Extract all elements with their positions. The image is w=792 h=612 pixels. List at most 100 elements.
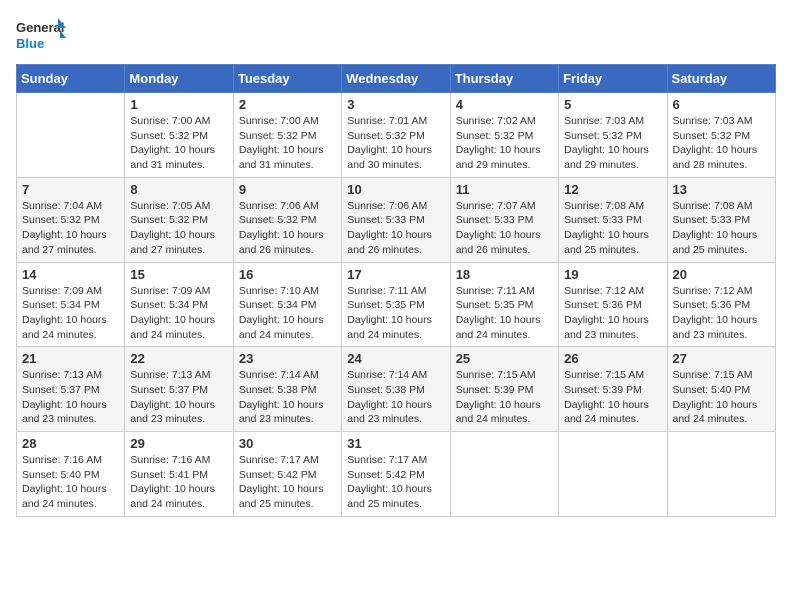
day-number: 2 [239, 97, 336, 112]
day-number: 4 [456, 97, 553, 112]
day-info: Sunrise: 7:07 AM Sunset: 5:33 PM Dayligh… [456, 199, 553, 258]
day-info: Sunrise: 7:12 AM Sunset: 5:36 PM Dayligh… [673, 284, 770, 343]
calendar-cell [17, 93, 125, 178]
day-info: Sunrise: 7:14 AM Sunset: 5:38 PM Dayligh… [347, 368, 444, 427]
calendar-cell: 30 Sunrise: 7:17 AM Sunset: 5:42 PM Dayli… [233, 432, 341, 517]
day-info: Sunrise: 7:08 AM Sunset: 5:33 PM Dayligh… [564, 199, 661, 258]
day-info: Sunrise: 7:01 AM Sunset: 5:32 PM Dayligh… [347, 114, 444, 173]
calendar-cell [667, 432, 775, 517]
day-info: Sunrise: 7:11 AM Sunset: 5:35 PM Dayligh… [347, 284, 444, 343]
day-number: 31 [347, 436, 444, 451]
day-number: 3 [347, 97, 444, 112]
calendar-cell: 19 Sunrise: 7:12 AM Sunset: 5:36 PM Dayli… [559, 262, 667, 347]
calendar-cell: 20 Sunrise: 7:12 AM Sunset: 5:36 PM Dayli… [667, 262, 775, 347]
calendar-cell: 6 Sunrise: 7:03 AM Sunset: 5:32 PM Daylig… [667, 93, 775, 178]
day-info: Sunrise: 7:15 AM Sunset: 5:39 PM Dayligh… [564, 368, 661, 427]
day-info: Sunrise: 7:15 AM Sunset: 5:39 PM Dayligh… [456, 368, 553, 427]
calendar-cell: 24 Sunrise: 7:14 AM Sunset: 5:38 PM Dayli… [342, 347, 450, 432]
day-info: Sunrise: 7:10 AM Sunset: 5:34 PM Dayligh… [239, 284, 336, 343]
day-number: 6 [673, 97, 770, 112]
weekday-header-friday: Friday [559, 65, 667, 93]
calendar-table: SundayMondayTuesdayWednesdayThursdayFrid… [16, 64, 776, 517]
day-info: Sunrise: 7:00 AM Sunset: 5:32 PM Dayligh… [239, 114, 336, 173]
day-info: Sunrise: 7:03 AM Sunset: 5:32 PM Dayligh… [673, 114, 770, 173]
day-number: 28 [22, 436, 119, 451]
day-number: 10 [347, 182, 444, 197]
weekday-header-row: SundayMondayTuesdayWednesdayThursdayFrid… [17, 65, 776, 93]
weekday-header-wednesday: Wednesday [342, 65, 450, 93]
day-info: Sunrise: 7:05 AM Sunset: 5:32 PM Dayligh… [130, 199, 227, 258]
calendar-cell: 22 Sunrise: 7:13 AM Sunset: 5:37 PM Dayli… [125, 347, 233, 432]
calendar-cell: 27Sunrise: 7:15 AM Sunset: 5:40 PM Dayli… [667, 347, 775, 432]
day-number: 16 [239, 267, 336, 282]
weekday-header-tuesday: Tuesday [233, 65, 341, 93]
calendar-cell [559, 432, 667, 517]
day-number: 18 [456, 267, 553, 282]
day-info: Sunrise: 7:13 AM Sunset: 5:37 PM Dayligh… [22, 368, 119, 427]
calendar-cell: 21 Sunrise: 7:13 AM Sunset: 5:37 PM Dayli… [17, 347, 125, 432]
calendar-cell: 8 Sunrise: 7:05 AM Sunset: 5:32 PM Daylig… [125, 177, 233, 262]
day-number: 15 [130, 267, 227, 282]
calendar-cell: 9Sunrise: 7:06 AM Sunset: 5:32 PM Daylig… [233, 177, 341, 262]
day-info: Sunrise: 7:13 AM Sunset: 5:37 PM Dayligh… [130, 368, 227, 427]
day-number: 22 [130, 351, 227, 366]
day-number: 8 [130, 182, 227, 197]
day-info: Sunrise: 7:12 AM Sunset: 5:36 PM Dayligh… [564, 284, 661, 343]
week-row-2: 7Sunrise: 7:04 AM Sunset: 5:32 PM Daylig… [17, 177, 776, 262]
logo: General Blue [16, 16, 66, 54]
day-number: 9 [239, 182, 336, 197]
day-number: 27 [673, 351, 770, 366]
calendar-cell: 10 Sunrise: 7:06 AM Sunset: 5:33 PM Dayli… [342, 177, 450, 262]
header: General Blue [16, 16, 776, 54]
svg-text:Blue: Blue [16, 36, 44, 51]
calendar-cell: 2 Sunrise: 7:00 AM Sunset: 5:32 PM Daylig… [233, 93, 341, 178]
weekday-header-saturday: Saturday [667, 65, 775, 93]
calendar-cell: 5 Sunrise: 7:03 AM Sunset: 5:32 PM Daylig… [559, 93, 667, 178]
day-info: Sunrise: 7:09 AM Sunset: 5:34 PM Dayligh… [22, 284, 119, 343]
day-info: Sunrise: 7:00 AM Sunset: 5:32 PM Dayligh… [130, 114, 227, 173]
svg-text:General: General [16, 20, 64, 35]
day-number: 7 [22, 182, 119, 197]
day-info: Sunrise: 7:16 AM Sunset: 5:40 PM Dayligh… [22, 453, 119, 512]
calendar-cell: 1Sunrise: 7:00 AM Sunset: 5:32 PM Daylig… [125, 93, 233, 178]
calendar-cell: 3 Sunrise: 7:01 AM Sunset: 5:32 PM Daylig… [342, 93, 450, 178]
day-info: Sunrise: 7:17 AM Sunset: 5:42 PM Dayligh… [239, 453, 336, 512]
day-info: Sunrise: 7:16 AM Sunset: 5:41 PM Dayligh… [130, 453, 227, 512]
weekday-header-sunday: Sunday [17, 65, 125, 93]
day-info: Sunrise: 7:06 AM Sunset: 5:33 PM Dayligh… [347, 199, 444, 258]
calendar-cell: 16 Sunrise: 7:10 AM Sunset: 5:34 PM Dayli… [233, 262, 341, 347]
calendar-cell: 31 Sunrise: 7:17 AM Sunset: 5:42 PM Dayli… [342, 432, 450, 517]
day-info: Sunrise: 7:11 AM Sunset: 5:35 PM Dayligh… [456, 284, 553, 343]
day-number: 12 [564, 182, 661, 197]
day-info: Sunrise: 7:09 AM Sunset: 5:34 PM Dayligh… [130, 284, 227, 343]
day-number: 20 [673, 267, 770, 282]
calendar-cell [450, 432, 558, 517]
day-info: Sunrise: 7:03 AM Sunset: 5:32 PM Dayligh… [564, 114, 661, 173]
day-number: 23 [239, 351, 336, 366]
logo-svg: General Blue [16, 16, 66, 54]
calendar-cell: 29Sunrise: 7:16 AM Sunset: 5:41 PM Dayli… [125, 432, 233, 517]
day-info: Sunrise: 7:17 AM Sunset: 5:42 PM Dayligh… [347, 453, 444, 512]
day-number: 21 [22, 351, 119, 366]
week-row-5: 28 Sunrise: 7:16 AM Sunset: 5:40 PM Dayli… [17, 432, 776, 517]
day-number: 11 [456, 182, 553, 197]
day-number: 14 [22, 267, 119, 282]
day-number: 25 [456, 351, 553, 366]
day-number: 30 [239, 436, 336, 451]
day-number: 19 [564, 267, 661, 282]
week-row-1: 1Sunrise: 7:00 AM Sunset: 5:32 PM Daylig… [17, 93, 776, 178]
day-number: 5 [564, 97, 661, 112]
calendar-cell: 13 Sunrise: 7:08 AM Sunset: 5:33 PM Dayli… [667, 177, 775, 262]
day-info: Sunrise: 7:14 AM Sunset: 5:38 PM Dayligh… [239, 368, 336, 427]
day-number: 13 [673, 182, 770, 197]
calendar-cell: 26 Sunrise: 7:15 AM Sunset: 5:39 PM Dayli… [559, 347, 667, 432]
day-info: Sunrise: 7:08 AM Sunset: 5:33 PM Dayligh… [673, 199, 770, 258]
calendar-cell: 12 Sunrise: 7:08 AM Sunset: 5:33 PM Dayli… [559, 177, 667, 262]
day-number: 24 [347, 351, 444, 366]
week-row-4: 21 Sunrise: 7:13 AM Sunset: 5:37 PM Dayli… [17, 347, 776, 432]
calendar-cell: 15 Sunrise: 7:09 AM Sunset: 5:34 PM Dayli… [125, 262, 233, 347]
day-number: 26 [564, 351, 661, 366]
calendar-cell: 14 Sunrise: 7:09 AM Sunset: 5:34 PM Dayli… [17, 262, 125, 347]
weekday-header-thursday: Thursday [450, 65, 558, 93]
day-number: 17 [347, 267, 444, 282]
